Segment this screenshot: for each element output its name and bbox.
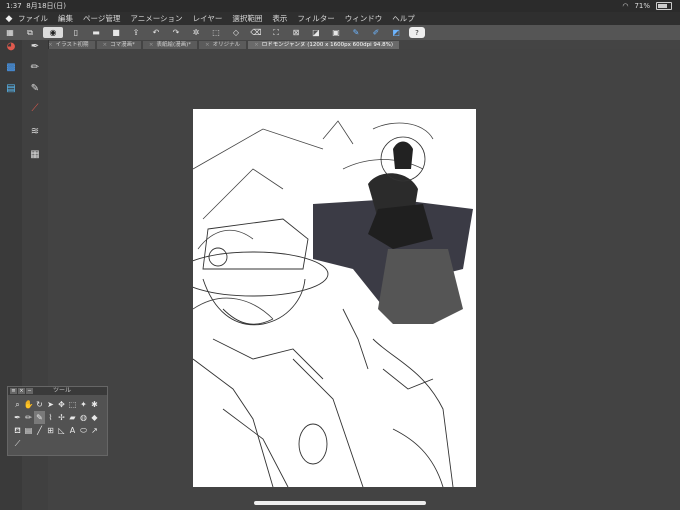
battery-label: 71% — [634, 2, 650, 10]
eyedropper-icon[interactable]: ✱ — [89, 398, 100, 411]
menu-layer[interactable]: レイヤー — [193, 13, 223, 24]
text-icon[interactable]: A — [67, 424, 78, 437]
tab-close-icon[interactable]: × — [254, 42, 259, 48]
brush-subtool-icon[interactable]: ✏ — [28, 61, 42, 73]
menu-view[interactable]: 表示 — [272, 13, 287, 24]
open-folder-icon[interactable]: ▬ — [89, 27, 103, 38]
layer-panel-icon[interactable]: ▤ — [4, 82, 18, 94]
pen-subtool-icon[interactable]: ✒ — [28, 40, 42, 52]
menu-file[interactable]: ファイル — [18, 13, 48, 24]
extra-icon[interactable]: ⟋ — [12, 437, 23, 450]
tab-close-icon[interactable]: × — [205, 42, 210, 48]
marker-subtool-icon[interactable]: ✎ — [28, 82, 42, 94]
hand-icon[interactable]: ✋ — [23, 398, 34, 411]
gradient-icon[interactable]: ▤ — [23, 424, 34, 437]
tool-grid: ⌕ ✋ ↻ ➤ ✥ ⬚ ✦ ✱ ✒ ✏ ✎ ⌇ ✢ ▰ ◍ ◆ ⛾ ▤ ╱ ⊞ … — [8, 395, 107, 453]
command-bar: ▦ ⧉ ◉ ▯ ▬ ■ ⇪ ↶ ↷ ✲ ⬚ ◇ ⌫ ⛶ ⊠ ◪ ▣ ✎ ✐ ◩ … — [0, 25, 680, 40]
menu-page[interactable]: ページ管理 — [83, 13, 120, 24]
palette-close-icon[interactable]: × — [18, 388, 25, 394]
tool-palette-title: ツール — [53, 387, 72, 394]
fill-bucket-icon[interactable]: ⛾ — [12, 424, 23, 437]
tab-close-icon[interactable]: × — [149, 42, 154, 48]
invert-selection-icon[interactable]: ◪ — [309, 27, 323, 38]
blend-icon[interactable]: ◍ — [78, 411, 89, 424]
tab-comic[interactable]: × コマ漫画* — [96, 41, 141, 49]
zoom-icon[interactable]: ⌕ — [12, 398, 23, 411]
brush-accent-icon[interactable]: ✐ — [369, 27, 383, 38]
undo-icon[interactable]: ↶ — [149, 27, 163, 38]
palette-menu-icon[interactable]: ≡ — [10, 388, 17, 394]
clear-icon[interactable]: ◇ — [229, 27, 243, 38]
tone-icon[interactable]: ▦ — [28, 148, 42, 160]
redo-icon[interactable]: ↷ — [169, 27, 183, 38]
menu-bar: ◆ ファイル 編集 ページ管理 アニメーション レイヤー 選択範囲 表示 フィル… — [0, 12, 680, 25]
color-wheel-icon[interactable]: ◕ — [4, 40, 18, 52]
line-art-illustration — [193, 120, 473, 487]
selection-icon[interactable]: ⬚ — [67, 398, 78, 411]
ruler-accent-icon[interactable]: ◩ — [389, 27, 403, 38]
document-tabs: « ×イラスト初期 ×コマ漫画* ×表紙絵(漫画)* ×オリジナル ×ロドモンジ… — [0, 40, 680, 49]
transform-icon[interactable]: ⬚ — [209, 27, 223, 38]
decoration-icon[interactable]: ✢ — [56, 411, 67, 424]
menu-window[interactable]: ウィンドウ — [345, 13, 383, 24]
brush-size-icon[interactable]: ⟋ — [28, 102, 42, 114]
status-right: ◠ 71% — [622, 0, 672, 12]
menu-edit[interactable]: 編集 — [58, 13, 73, 24]
menu-selection[interactable]: 選択範囲 — [232, 13, 262, 24]
eraser-selection-icon[interactable]: ⌫ — [249, 27, 263, 38]
palette-collapse-icon[interactable]: − — [26, 388, 33, 394]
app-logo-icon[interactable]: ◆ — [0, 14, 18, 24]
pen-accent-icon[interactable]: ✎ — [349, 27, 363, 38]
settings-icon[interactable]: ⧉ — [23, 27, 37, 38]
tab-cover[interactable]: × 表紙絵(漫画)* — [142, 41, 198, 49]
battery-icon — [656, 2, 672, 10]
help-button[interactable]: ? — [409, 27, 425, 38]
eye-icon[interactable]: ◉ — [43, 27, 63, 38]
operation-icon[interactable]: ➤ — [45, 398, 56, 411]
eraser-icon[interactable]: ▰ — [67, 411, 78, 424]
loading-icon[interactable]: ✲ — [189, 27, 203, 38]
wifi-icon: ◠ — [622, 2, 629, 10]
fill-icon[interactable]: ◆ — [89, 411, 100, 424]
pencil-icon[interactable]: ✏ — [23, 411, 34, 424]
tab-original[interactable]: × オリジナル — [199, 41, 247, 49]
status-bar: 1:37 8月18日(日) ◠ 71% — [0, 0, 680, 12]
status-time-date: 1:37 8月18日(日) — [6, 2, 67, 10]
auto-select-icon[interactable]: ✦ — [78, 398, 89, 411]
layer-stack-icon[interactable]: ≋ — [28, 125, 42, 137]
menu-animation[interactable]: アニメーション — [130, 13, 182, 24]
brush-icon[interactable]: ✎ — [34, 411, 45, 424]
deselect-icon[interactable]: ⊠ — [289, 27, 303, 38]
frame-icon[interactable]: ⊞ — [45, 424, 56, 437]
tab-close-icon[interactable]: × — [103, 42, 108, 48]
grid-icon[interactable]: ▦ — [3, 27, 17, 38]
new-file-icon[interactable]: ▯ — [69, 27, 83, 38]
export-icon[interactable]: ⇪ — [129, 27, 143, 38]
balloon-icon[interactable]: ⬭ — [78, 424, 89, 437]
selection-layer-icon[interactable]: ▣ — [329, 27, 343, 38]
menu-help[interactable]: ヘルプ — [392, 13, 415, 24]
line-correction-icon[interactable]: ↗ — [89, 424, 100, 437]
move-layer-icon[interactable]: ✥ — [56, 398, 67, 411]
tab-active-document[interactable]: × ロドモンジャンヌ (1200 x 1600px 600dpi 94.8%) — [248, 41, 399, 49]
drawing-canvas[interactable] — [193, 109, 476, 487]
tab-illust[interactable]: × イラスト初期 — [42, 41, 95, 49]
airbrush-icon[interactable]: ⌇ — [45, 411, 56, 424]
pen-icon[interactable]: ✒ — [12, 411, 23, 424]
tool-palette[interactable]: ≡ × − ツール ⌕ ✋ ↻ ➤ ✥ ⬚ ✦ ✱ ✒ ✏ ✎ ⌇ ✢ ▰ ◍ … — [7, 386, 108, 456]
save-icon[interactable]: ■ — [109, 27, 123, 38]
ruler-icon[interactable]: ◺ — [56, 424, 67, 437]
color-set-icon[interactable]: ▩ — [4, 61, 18, 73]
tool-palette-header[interactable]: ≡ × − ツール — [8, 387, 107, 395]
figure-icon[interactable]: ╱ — [34, 424, 45, 437]
home-indicator[interactable] — [254, 501, 426, 505]
rotate-icon[interactable]: ↻ — [34, 398, 45, 411]
menu-filter[interactable]: フィルター — [297, 13, 334, 24]
crop-icon[interactable]: ⛶ — [269, 27, 283, 38]
